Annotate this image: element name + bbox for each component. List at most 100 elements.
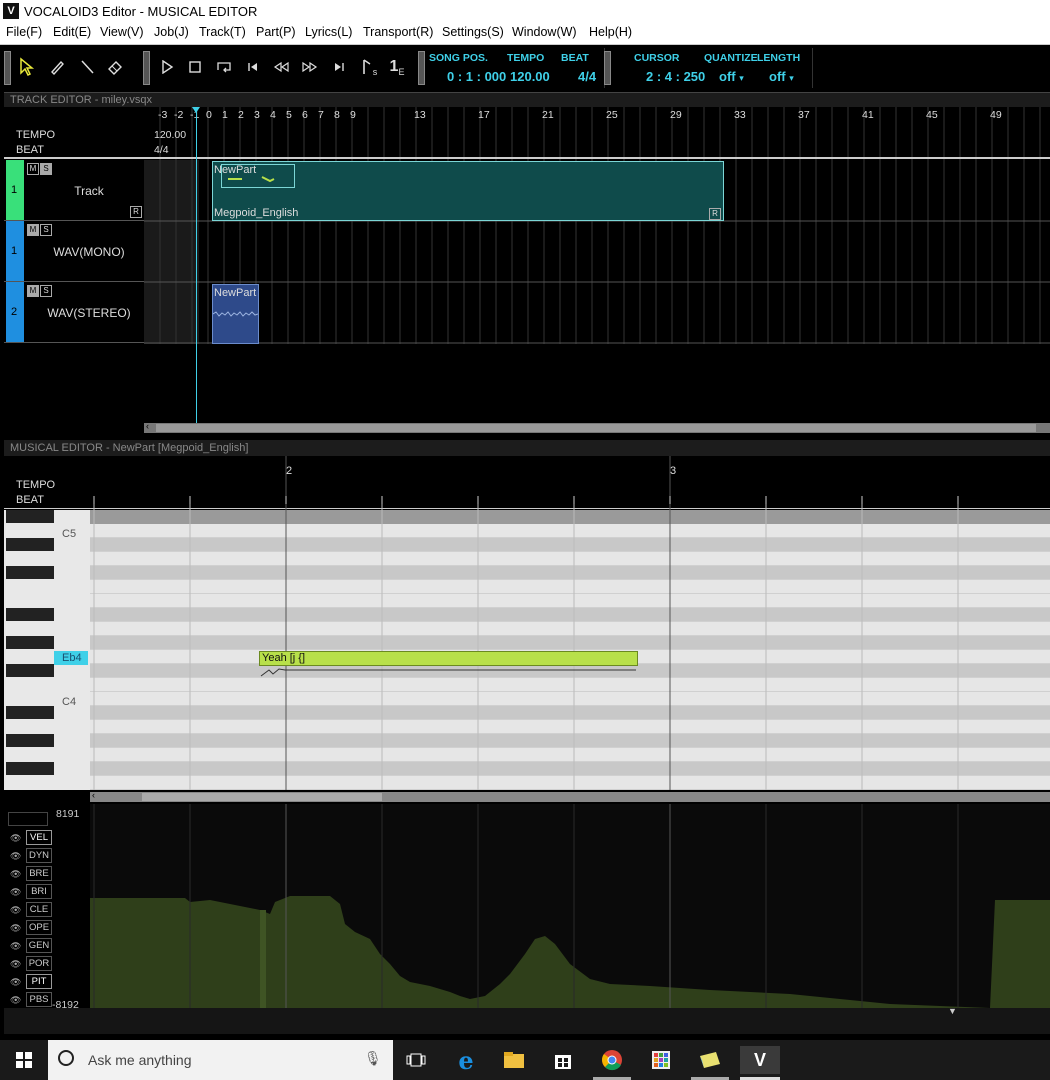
quantize-dropdown[interactable]: off ▾ [719,69,744,84]
menu-help[interactable]: Help(H) [589,25,632,39]
file-explorer-icon[interactable] [496,1046,532,1074]
black-key[interactable] [6,664,54,677]
vocal-part[interactable]: NewPart Megpoid_English R [212,161,724,221]
vibrato-line[interactable] [259,666,639,678]
windows-icon[interactable] [6,1046,42,1074]
solo-button[interactable]: S [40,224,52,236]
arrow-icon[interactable] [14,53,40,81]
scrollbar-thumb[interactable] [156,424,1036,432]
eye-icon[interactable]: 👁 [10,977,21,987]
track-grid[interactable] [144,107,1050,423]
scroll-left-icon[interactable]: ‹ [146,421,149,431]
toolbar-grip-2[interactable] [143,51,150,85]
control-dyn-button[interactable]: DYN [26,848,52,863]
mute-button[interactable]: M [27,224,39,236]
stop-icon[interactable] [182,53,208,81]
eye-icon[interactable]: 👁 [10,905,21,915]
eye-icon[interactable]: 👁 [10,923,21,933]
eye-icon[interactable]: 👁 [10,869,21,879]
eraser-icon[interactable] [102,53,128,81]
menu-part[interactable]: Part(P) [256,25,296,39]
eye-icon[interactable]: 👁 [10,833,21,843]
playhead[interactable] [196,107,197,423]
black-key[interactable] [6,510,54,523]
black-key[interactable] [6,762,54,775]
control-pit-button[interactable]: PIT [26,974,52,989]
microphone-icon[interactable]: 🎙 [364,1050,382,1067]
track-header-2[interactable]: 1 M S WAV(MONO) [4,221,144,282]
track-name[interactable]: Track [34,184,144,198]
eye-icon[interactable]: 👁 [10,887,21,897]
control-vel-button[interactable]: VEL [26,830,52,845]
note[interactable]: Yeah [j {] [259,651,638,666]
scroll-left-icon[interactable]: ‹ [92,790,95,800]
start-marker-icon[interactable]: s [355,53,381,81]
chrome-icon[interactable] [594,1046,630,1074]
control-pbs-button[interactable]: PBS [26,992,52,1007]
solo-button[interactable]: S [40,163,52,175]
track-name[interactable]: WAV(MONO) [34,245,144,259]
control-bre-button[interactable]: BRE [26,866,52,881]
black-key[interactable] [6,636,54,649]
control-bri-button[interactable]: BRI [26,884,52,899]
toolbar-grip-4[interactable] [604,51,611,85]
toolbar-grip-3[interactable] [418,51,425,85]
menu-lyrics[interactable]: Lyrics(L) [305,25,352,39]
go-end-icon[interactable] [326,53,352,81]
beat-value[interactable]: 4/4 [578,69,596,84]
chevron-down-icon[interactable]: ▼ [948,1006,957,1016]
control-gen-button[interactable]: GEN [26,938,52,953]
mute-button[interactable]: M [27,163,39,175]
task-view-icon[interactable] [398,1046,434,1074]
line-icon[interactable] [74,53,100,81]
measure-ruler[interactable]: -3 -2 -1 0 1 2 3 4 5 6 7 8 9 13 17 21 25 29 33 37 41 45 49 [144,109,1050,123]
menu-job[interactable]: Job(J) [154,25,189,39]
apps-icon[interactable] [643,1046,679,1074]
menu-window[interactable]: Window(W) [512,25,577,39]
track-header-1[interactable]: 1 M S Track R [4,160,144,221]
tempo-value[interactable]: 120.00 [510,69,550,84]
track-header-3[interactable]: 2 M S WAV(STEREO) [4,282,144,343]
edge-icon[interactable]: e [448,1046,484,1075]
eye-icon[interactable]: 👁 [10,995,21,1005]
render-button[interactable]: R [130,206,142,218]
mute-button[interactable]: M [27,285,39,297]
sticky-notes-icon[interactable] [692,1046,728,1074]
roll-hscrollbar[interactable]: ‹ [90,790,1050,802]
fast-forward-icon[interactable] [297,53,323,81]
track-name[interactable]: WAV(STEREO) [34,306,144,320]
end-marker-icon[interactable]: 1E [384,53,410,81]
toolbar-grip[interactable] [4,51,11,85]
piano-keyboard[interactable] [4,510,90,790]
black-key[interactable] [6,706,54,719]
menu-view[interactable]: View(V) [100,25,144,39]
menu-edit[interactable]: Edit(E) [53,25,91,39]
menu-file[interactable]: File(F) [6,25,42,39]
black-key[interactable] [6,566,54,579]
control-ope-button[interactable]: OPE [26,920,52,935]
loop-icon[interactable] [211,53,237,81]
control-por-button[interactable]: POR [26,956,52,971]
menu-transport[interactable]: Transport(R) [363,25,433,39]
eye-icon[interactable]: 👁 [10,959,21,969]
rewind-icon[interactable] [268,53,294,81]
eye-icon[interactable]: 👁 [10,941,21,951]
go-start-icon[interactable] [240,53,266,81]
eye-icon[interactable]: 👁 [10,851,21,861]
menu-settings[interactable]: Settings(S) [442,25,504,39]
search-box[interactable]: Ask me anything 🎙 [48,1040,393,1080]
render-button[interactable]: R [709,208,721,220]
beat-marker[interactable]: 4/4 [154,144,169,156]
play-icon[interactable] [154,53,180,81]
scrollbar-thumb[interactable] [142,793,382,801]
control-cle-button[interactable]: CLE [26,902,52,917]
black-key[interactable] [6,608,54,621]
track-hscrollbar[interactable]: ‹ [144,421,1050,433]
black-key[interactable] [6,734,54,747]
pencil-icon[interactable] [44,53,70,81]
length-dropdown[interactable]: off ▾ [769,69,794,84]
playhead-marker[interactable] [192,107,200,113]
tempo-marker[interactable]: 120.00 [154,129,186,141]
store-icon[interactable] [545,1046,581,1074]
vocaloid-icon[interactable]: V [740,1046,780,1074]
